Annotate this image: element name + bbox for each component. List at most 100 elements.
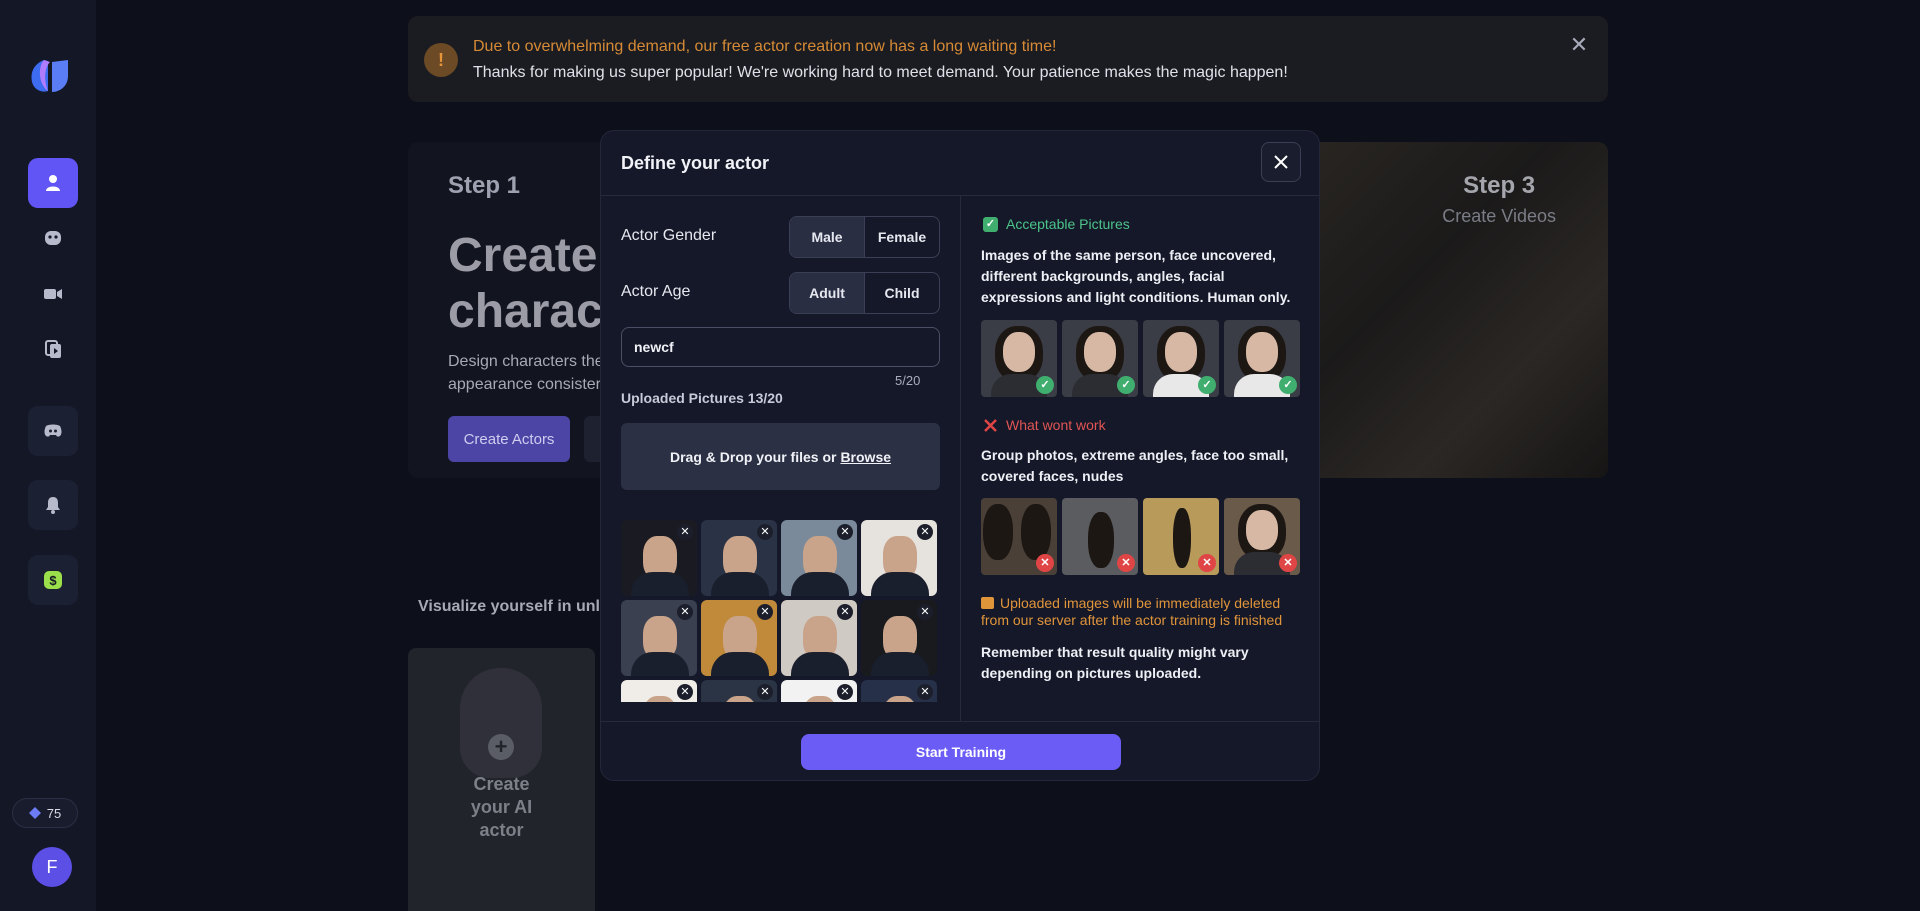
app-logo[interactable] <box>30 58 72 94</box>
hero-title-line1: Create <box>448 229 598 282</box>
check-icon: ✓ <box>1117 376 1135 394</box>
uploaded-thumbnail: ✕ <box>701 520 777 596</box>
discord-icon <box>44 424 62 437</box>
checkbox-checked-icon: ✓ <box>983 216 998 232</box>
modal-footer-divider <box>601 721 1319 722</box>
uploaded-thumbnail: ✕ <box>861 520 937 596</box>
sidebar: $ 75 F <box>0 0 96 911</box>
gender-label: Actor Gender <box>621 227 717 244</box>
remove-thumbnail-icon[interactable]: ✕ <box>837 524 853 540</box>
acceptable-samples: ✓ ✓ ✓ ✓ <box>981 320 1303 397</box>
remove-thumbnail-icon[interactable]: ✕ <box>917 604 933 620</box>
copy-play-icon <box>45 340 61 358</box>
gender-option-male[interactable]: Male <box>790 217 864 257</box>
mannequin-image <box>460 668 542 778</box>
acceptable-pictures-description: Images of the same person, face uncovere… <box>981 247 1291 305</box>
create-card-text: Create your AI actor <box>408 773 595 842</box>
uploaded-thumbnail: ✕ <box>701 680 777 702</box>
create-card-line1: Create <box>473 774 530 794</box>
user-icon <box>46 175 60 191</box>
age-label: Actor Age <box>621 283 691 300</box>
good-sample: ✓ <box>981 320 1057 397</box>
face-image <box>643 696 677 702</box>
actor-name-input[interactable] <box>621 327 940 367</box>
deletion-warning-text: Uploaded images will be immediately dele… <box>981 595 1283 628</box>
remove-thumbnail-icon[interactable]: ✕ <box>677 604 693 620</box>
gender-toggle: Male Female <box>789 216 940 258</box>
banner-message: Thanks for making us super popular! We'r… <box>473 64 1288 81</box>
remove-thumbnail-icon[interactable]: ✕ <box>837 604 853 620</box>
suit-image <box>711 652 769 676</box>
credits-count: 75 <box>46 805 62 821</box>
notifications-button[interactable] <box>28 480 78 530</box>
create-actors-button[interactable]: Create Actors <box>448 416 570 462</box>
file-dropzone[interactable]: Drag & Drop your files or Browse <box>621 423 940 490</box>
sidebar-item-avatars[interactable] <box>28 213 78 263</box>
dropzone-text: Drag & Drop your files or <box>669 448 837 465</box>
good-sample: ✓ <box>1062 320 1138 397</box>
check-icon: ✓ <box>1279 376 1297 394</box>
x-icon: ✕ <box>1117 554 1135 572</box>
demand-banner: ! Due to overwhelming demand, our free a… <box>408 16 1608 102</box>
remove-thumbnail-icon[interactable]: ✕ <box>917 684 933 700</box>
banner-headline: Due to overwhelming demand, our free act… <box>473 38 1057 55</box>
what-wont-work-description: Group photos, extreme angles, face too s… <box>981 447 1289 484</box>
step3-subtitle: Create Videos <box>1442 206 1556 226</box>
suit-image <box>631 572 689 596</box>
start-training-button[interactable]: Start Training <box>801 734 1121 770</box>
name-char-counter: 5/20 <box>895 373 921 388</box>
bad-sample: ✕ <box>1143 498 1219 575</box>
remove-thumbnail-icon[interactable]: ✕ <box>757 604 773 620</box>
bad-sample: ✕ <box>981 498 1057 575</box>
browse-link[interactable]: Browse <box>840 449 891 465</box>
define-actor-modal: Define your actor Actor Gender Male Fema… <box>600 130 1320 781</box>
uploaded-pictures-label: Uploaded Pictures 13/20 <box>621 390 783 406</box>
gender-option-female[interactable]: Female <box>864 217 939 257</box>
sidebar-item-videos[interactable] <box>28 269 78 319</box>
remove-thumbnail-icon[interactable]: ✕ <box>837 684 853 700</box>
uploaded-thumbnail: ✕ <box>621 680 697 702</box>
visualize-heading: Visualize yourself in unlim <box>418 598 619 615</box>
suit-image <box>791 652 849 676</box>
step3-label: Step 3 <box>1463 172 1536 199</box>
sidebar-item-library[interactable] <box>28 324 78 374</box>
close-icon <box>1274 155 1288 169</box>
user-avatar[interactable]: F <box>32 847 72 887</box>
remove-thumbnail-icon[interactable]: ✕ <box>757 524 773 540</box>
face-icon <box>45 231 61 245</box>
suit-image <box>711 572 769 596</box>
credits-badge[interactable]: 75 <box>12 798 78 828</box>
uploaded-thumbnail: ✕ <box>701 600 777 676</box>
age-option-child[interactable]: Child <box>864 273 939 313</box>
quality-note: Remember that result quality might vary … <box>981 644 1249 681</box>
sidebar-item-actors[interactable] <box>28 158 78 208</box>
create-ai-actor-card[interactable]: + Create your AI actor <box>408 648 595 911</box>
what-wont-work-heading: What wont work <box>983 417 1106 433</box>
hero-title: Create charact <box>448 228 619 340</box>
plus-icon: + <box>488 734 514 760</box>
modal-title: Define your actor <box>621 153 770 173</box>
discord-button[interactable] <box>28 406 78 456</box>
close-icon[interactable]: ✕ <box>1568 34 1590 56</box>
remove-thumbnail-icon[interactable]: ✕ <box>677 524 693 540</box>
hero-desc-line2: appearance consister <box>448 376 601 393</box>
x-icon: ✕ <box>1198 554 1216 572</box>
age-option-adult[interactable]: Adult <box>790 273 864 313</box>
create-card-line3: actor <box>479 820 524 840</box>
uploaded-thumbnail: ✕ <box>781 680 857 702</box>
uploaded-thumbnail: ✕ <box>621 600 697 676</box>
age-toggle: Adult Child <box>789 272 940 314</box>
remove-thumbnail-icon[interactable]: ✕ <box>757 684 773 700</box>
remove-thumbnail-icon[interactable]: ✕ <box>917 524 933 540</box>
deletion-warning: Uploaded images will be immediately dele… <box>981 595 1306 629</box>
create-card-line2: your AI <box>470 797 533 817</box>
modal-column-divider <box>960 195 961 721</box>
bell-icon <box>46 497 60 514</box>
acceptable-pictures-title: Acceptable Pictures <box>1006 216 1130 232</box>
billing-button[interactable]: $ <box>28 555 78 605</box>
modal-close-button[interactable] <box>1261 142 1301 182</box>
remove-thumbnail-icon[interactable]: ✕ <box>677 684 693 700</box>
check-icon: ✓ <box>1036 376 1054 394</box>
suit-image <box>631 652 689 676</box>
cross-icon <box>984 418 997 432</box>
